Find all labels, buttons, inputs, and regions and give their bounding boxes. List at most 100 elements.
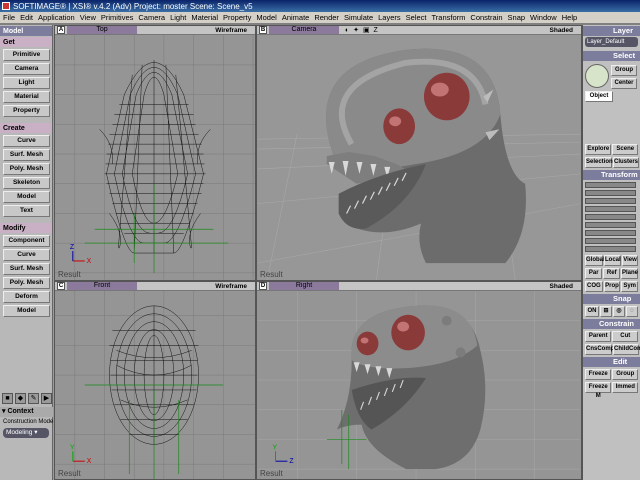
- transform-field[interactable]: [585, 198, 636, 204]
- viewport-b[interactable]: B Camera ◐ ✦ ▣ Z Shaded Result: [256, 25, 582, 281]
- construction-mode-select[interactable]: Modeling ▾: [3, 428, 49, 438]
- menu-item-transform[interactable]: Transform: [432, 13, 466, 22]
- global-button[interactable]: Global: [585, 255, 605, 266]
- transform-field[interactable]: [585, 238, 636, 244]
- par-button[interactable]: Par: [585, 268, 603, 279]
- menu-item-simulate[interactable]: Simulate: [344, 13, 373, 22]
- menu-item-help[interactable]: Help: [562, 13, 577, 22]
- scene-button[interactable]: Scene: [612, 144, 638, 155]
- menu-item-file[interactable]: File: [3, 13, 15, 22]
- menu-item-model[interactable]: Model: [256, 13, 276, 22]
- transform-field[interactable]: [585, 222, 636, 228]
- snap-grid-icon[interactable]: ⊞: [600, 306, 612, 317]
- menu-item-primitives[interactable]: Primitives: [101, 13, 134, 22]
- transform-field[interactable]: [585, 230, 636, 236]
- freeze-m-button[interactable]: Freeze M: [585, 382, 612, 399]
- transform-field[interactable]: [585, 190, 636, 196]
- modify-model-button[interactable]: Model: [3, 305, 50, 317]
- immed-button[interactable]: Immed: [612, 382, 638, 393]
- modify-poly-mesh-button[interactable]: Poly. Mesh: [3, 277, 50, 289]
- plane-button[interactable]: Plane: [621, 268, 638, 279]
- group-button[interactable]: Group: [612, 369, 638, 380]
- sym-button[interactable]: Sym: [621, 281, 638, 292]
- explore-button[interactable]: Explore: [585, 144, 612, 155]
- tools-icon[interactable]: ✎: [28, 393, 39, 404]
- clusters-button[interactable]: Clusters: [613, 157, 639, 168]
- viewport-letter[interactable]: D: [259, 282, 267, 290]
- display-mode-menu[interactable]: Wireframe: [215, 283, 247, 290]
- group-select-button[interactable]: Group: [611, 65, 637, 76]
- menu-item-layers[interactable]: Layers: [378, 13, 401, 22]
- front-wireframe-canvas[interactable]: X Y: [55, 291, 255, 479]
- toolbar-mode-header[interactable]: Model: [0, 26, 52, 36]
- viewport-view-menu[interactable]: Right: [269, 282, 339, 290]
- menu-item-property[interactable]: Property: [223, 13, 251, 22]
- render-tool-icon[interactable]: ■: [2, 393, 13, 404]
- ref-button[interactable]: Ref: [603, 268, 620, 279]
- snap-point-icon[interactable]: ◎: [613, 306, 625, 317]
- top-wireframe-canvas[interactable]: X Z: [55, 35, 255, 280]
- layer-select[interactable]: Layer_Default: [585, 37, 638, 47]
- viewport-letter[interactable]: C: [57, 282, 65, 290]
- camera-nav-icons[interactable]: ◐ ✦ ▣ Z: [345, 26, 379, 34]
- modify-surf-mesh-button[interactable]: Surf. Mesh: [3, 263, 50, 275]
- menu-item-camera[interactable]: Camera: [138, 13, 165, 22]
- viewport-view-menu[interactable]: Camera: [269, 26, 339, 34]
- local-button[interactable]: Local: [604, 255, 621, 266]
- transform-field[interactable]: [585, 182, 636, 188]
- get-camera-button[interactable]: Camera: [3, 63, 50, 75]
- menu-item-edit[interactable]: Edit: [20, 13, 33, 22]
- object-select-button[interactable]: Object: [585, 91, 613, 102]
- create-model-button[interactable]: Model: [3, 191, 50, 203]
- menu-item-view[interactable]: View: [80, 13, 96, 22]
- camera-shaded-canvas[interactable]: [257, 35, 581, 280]
- right-shaded-canvas[interactable]: Z Y: [257, 291, 581, 479]
- menu-item-material[interactable]: Material: [191, 13, 218, 22]
- prop-button[interactable]: Prop: [603, 281, 621, 292]
- menu-item-light[interactable]: Light: [170, 13, 186, 22]
- cut-button[interactable]: Cut: [612, 331, 638, 342]
- viewport-letter[interactable]: A: [57, 26, 65, 34]
- menu-item-application[interactable]: Application: [38, 13, 75, 22]
- menu-item-select[interactable]: Select: [406, 13, 427, 22]
- modify-curve-button[interactable]: Curve: [3, 249, 50, 261]
- menu-item-animate[interactable]: Animate: [282, 13, 310, 22]
- get-property-button[interactable]: Property: [3, 105, 50, 117]
- display-mode-menu[interactable]: Shaded: [550, 27, 573, 34]
- freeze-button[interactable]: Freeze: [585, 369, 612, 380]
- viewport-c[interactable]: C Front Wireframe X Y Result: [54, 281, 256, 480]
- create-skeleton-button[interactable]: Skeleton: [3, 177, 50, 189]
- center-select-button[interactable]: Center: [611, 78, 637, 89]
- get-material-button[interactable]: Material: [3, 91, 50, 103]
- transform-field[interactable]: [585, 206, 636, 212]
- animation-tool-icon[interactable]: ▶: [41, 393, 52, 404]
- snap-curve-icon[interactable]: ◌: [626, 306, 638, 317]
- selection-button[interactable]: Selection: [585, 157, 613, 168]
- modify-component-button[interactable]: Component: [3, 235, 50, 247]
- menu-item-snap[interactable]: Snap: [508, 13, 526, 22]
- get-light-button[interactable]: Light: [3, 77, 50, 89]
- menu-item-window[interactable]: Window: [530, 13, 557, 22]
- viewport-a[interactable]: A Top Wireframe X Z Result: [54, 25, 256, 281]
- get-primitive-button[interactable]: Primitive: [3, 49, 50, 61]
- viewport-view-menu[interactable]: Top: [67, 26, 137, 34]
- menu-item-constrain[interactable]: Constrain: [470, 13, 502, 22]
- parent-button[interactable]: Parent: [585, 331, 612, 342]
- viewport-letter[interactable]: B: [259, 26, 267, 34]
- cog-button[interactable]: COG: [585, 281, 603, 292]
- display-mode-menu[interactable]: Shaded: [550, 283, 573, 290]
- menu-item-render[interactable]: Render: [314, 13, 339, 22]
- cnscomp-button[interactable]: CnsComp: [585, 344, 614, 355]
- display-mode-menu[interactable]: Wireframe: [215, 27, 247, 34]
- create-text-button[interactable]: Text: [3, 205, 50, 217]
- palette-tool-icon[interactable]: ◆: [15, 393, 26, 404]
- modify-deform-button[interactable]: Deform: [3, 291, 50, 303]
- transform-field[interactable]: [585, 214, 636, 220]
- select-arrow-icon[interactable]: [585, 64, 609, 88]
- create-curve-button[interactable]: Curve: [3, 135, 50, 147]
- create-surf-mesh-button[interactable]: Surf. Mesh: [3, 149, 50, 161]
- create-poly-mesh-button[interactable]: Poly. Mesh: [3, 163, 50, 175]
- viewport-d[interactable]: D Right Shaded Z Y Result: [256, 281, 582, 480]
- transform-field[interactable]: [585, 246, 636, 252]
- view-button[interactable]: View: [622, 255, 638, 266]
